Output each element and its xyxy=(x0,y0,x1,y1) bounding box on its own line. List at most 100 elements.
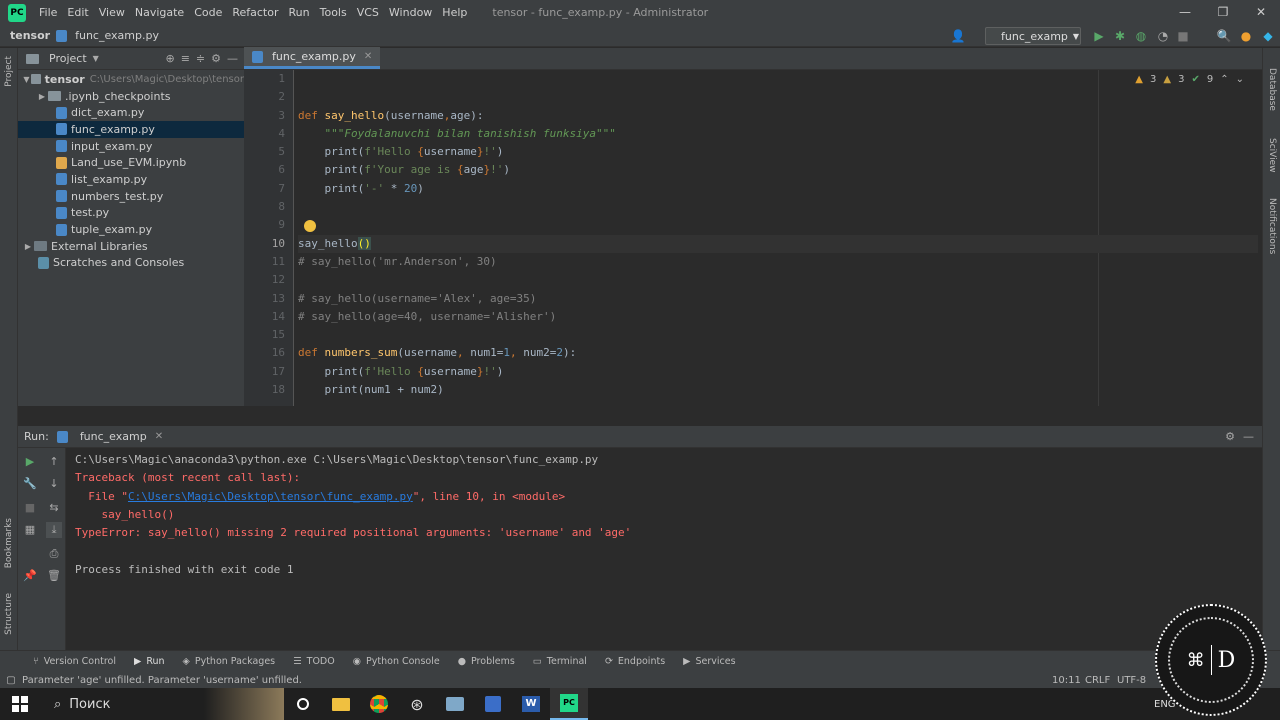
locate-icon[interactable]: ⊕ xyxy=(165,52,174,65)
arrow-up-icon[interactable]: ↑ xyxy=(46,454,62,470)
breadcrumb-file[interactable]: func_examp.py xyxy=(56,29,159,42)
tree-item-dict-exam[interactable]: dict_exam.py xyxy=(18,104,244,121)
tab-python-console[interactable]: ◉ Python Console xyxy=(344,656,449,667)
plugins-icon[interactable]: ◆ xyxy=(1260,28,1276,44)
tree-item-tuple-exam[interactable]: tuple_exam.py xyxy=(18,221,244,238)
tree-item-func-examp[interactable]: func_examp.py xyxy=(18,121,244,138)
channel-logo-inner: ⌘ D xyxy=(1168,617,1254,703)
hide-icon[interactable]: — xyxy=(1243,430,1254,443)
chevron-down-icon[interactable]: ⌄ xyxy=(1236,74,1244,85)
menu-view[interactable]: View xyxy=(94,6,130,19)
stop-icon[interactable]: ■ xyxy=(22,500,38,516)
close-tab-icon[interactable]: ✕ xyxy=(364,51,372,62)
pin-icon[interactable]: 📌 xyxy=(22,568,38,584)
rerun-icon[interactable]: ▶ xyxy=(22,454,38,470)
tab-func-examp[interactable]: func_examp.py ✕ xyxy=(244,47,381,69)
tab-services[interactable]: ▶ Services xyxy=(674,656,744,667)
arrow-down-icon[interactable]: ↓ xyxy=(46,476,62,492)
run-icon[interactable]: ▶ xyxy=(1091,28,1107,44)
run-config-selector[interactable]: func_examp ▼ xyxy=(985,27,1081,45)
tree-root[interactable]: ▼ tensor C:\Users\Magic\Desktop\tensor xyxy=(18,71,244,88)
tree-item-land-use-evm[interactable]: Land_use_EVM.ipynb xyxy=(18,154,244,171)
tab-todo[interactable]: ☰ TODO xyxy=(284,656,344,667)
pycharm-taskbar-icon[interactable]: PC xyxy=(550,688,588,720)
app-icon[interactable] xyxy=(436,688,474,720)
gear-icon[interactable]: ⚙ xyxy=(211,52,221,65)
tree-item-input-exam[interactable]: input_exam.py xyxy=(18,138,244,155)
window-title: tensor - func_examp.py - Administrator xyxy=(492,6,709,19)
app-icon[interactable]: ⊛ xyxy=(398,688,436,720)
console-output[interactable]: C:\Users\Magic\anaconda3\python.exe C:\U… xyxy=(75,448,1255,650)
database-tool-tab[interactable]: Database xyxy=(1267,68,1277,111)
tree-item-numbers-test[interactable]: numbers_test.py xyxy=(18,188,244,205)
inspection-widget[interactable]: ▲ 3 ▲ 3 ✔ 9 ⌃ ⌄ xyxy=(1135,74,1244,85)
run-tab[interactable]: func_examp xyxy=(80,430,147,443)
windows-start-icon[interactable] xyxy=(0,688,40,720)
menu-help[interactable]: Help xyxy=(437,6,472,19)
line-separator[interactable]: CRLF xyxy=(1085,675,1110,686)
stop-icon[interactable]: ■ xyxy=(1175,28,1191,44)
menu-edit[interactable]: Edit xyxy=(62,6,93,19)
chevron-down-icon[interactable]: ▼ xyxy=(93,54,99,63)
menu-refactor[interactable]: Refactor xyxy=(227,6,283,19)
tree-item-ipynb-checkpoints[interactable]: ▶ .ipynb_checkpoints xyxy=(18,88,244,105)
profile-icon[interactable]: ◔ xyxy=(1155,28,1171,44)
menu-tools[interactable]: Tools xyxy=(315,6,352,19)
tab-problems[interactable]: ● Problems xyxy=(449,656,524,667)
save-app-icon[interactable] xyxy=(474,688,512,720)
breadcrumb-project[interactable]: tensor xyxy=(0,29,56,42)
word-icon[interactable]: W xyxy=(512,688,550,720)
file-explorer-icon[interactable] xyxy=(322,688,360,720)
collapse-icon[interactable]: ≡ xyxy=(181,52,190,65)
search-icon[interactable]: 🔍 xyxy=(1216,28,1232,44)
caret-position[interactable]: 10:11 xyxy=(1052,675,1081,686)
hide-icon[interactable]: — xyxy=(227,52,238,65)
tree-item-test[interactable]: test.py xyxy=(18,205,244,222)
project-tool-tab[interactable]: Project xyxy=(4,56,14,87)
close-tab-icon[interactable]: ✕ xyxy=(155,431,163,442)
coverage-icon[interactable]: ◍ xyxy=(1133,28,1149,44)
traceback-file-link[interactable]: C:\Users\Magic\Desktop\tensor\func_examp… xyxy=(128,490,413,503)
print-icon[interactable]: ⎙ xyxy=(46,546,62,562)
minimize-icon[interactable]: — xyxy=(1166,0,1204,25)
task-view-icon[interactable] xyxy=(284,688,322,720)
code-area[interactable]: def say_hello(username,age): """Foydalan… xyxy=(298,70,1258,406)
tree-item-external-libraries[interactable]: ▶ External Libraries xyxy=(18,238,244,255)
close-icon[interactable]: ✕ xyxy=(1242,0,1280,25)
layout-icon[interactable]: ▦ xyxy=(22,522,38,538)
chevron-up-icon[interactable]: ⌃ xyxy=(1220,74,1228,85)
chrome-icon[interactable] xyxy=(360,688,398,720)
lightbulb-icon[interactable] xyxy=(304,220,316,232)
user-icon[interactable]: 👤 xyxy=(950,28,966,44)
debug-icon[interactable]: ✱ xyxy=(1112,28,1128,44)
expand-icon[interactable]: ≑ xyxy=(196,52,205,65)
soft-wrap-icon[interactable]: ⇆ xyxy=(46,500,62,516)
menu-run[interactable]: Run xyxy=(284,6,315,19)
menu-window[interactable]: Window xyxy=(384,6,437,19)
layout-toggle-icon[interactable]: ▢ xyxy=(0,675,22,686)
tab-run[interactable]: ▶ Run xyxy=(125,656,174,667)
updates-icon[interactable]: ● xyxy=(1238,28,1254,44)
menu-navigate[interactable]: Navigate xyxy=(130,6,189,19)
wrench-icon[interactable]: 🔧 xyxy=(22,476,38,492)
tree-item-list-examp[interactable]: list_examp.py xyxy=(18,171,244,188)
tab-version-control[interactable]: ⑂ Version Control xyxy=(24,656,125,667)
file-encoding[interactable]: UTF-8 xyxy=(1117,675,1146,686)
structure-tool-tab[interactable]: Structure xyxy=(4,593,14,635)
maximize-icon[interactable]: ❐ xyxy=(1204,0,1242,25)
gear-icon[interactable]: ⚙ xyxy=(1225,430,1235,443)
menu-vcs[interactable]: VCS xyxy=(352,6,384,19)
tab-endpoints[interactable]: ⟳ Endpoints xyxy=(596,656,674,667)
notifications-tool-tab[interactable]: Notifications xyxy=(1267,198,1277,254)
taskbar-search[interactable]: ⌕ Поиск xyxy=(44,688,204,720)
bookmarks-tool-tab[interactable]: Bookmarks xyxy=(4,518,14,568)
menu-code[interactable]: Code xyxy=(189,6,227,19)
lightbulb-icon[interactable] xyxy=(305,218,1093,231)
trash-icon[interactable]: 🗑 xyxy=(46,568,62,584)
sciview-tool-tab[interactable]: SciView xyxy=(1267,138,1277,173)
tree-item-scratches[interactable]: Scratches and Consoles xyxy=(18,255,244,272)
scroll-to-end-icon[interactable]: ⤓ xyxy=(46,522,62,538)
tab-python-packages[interactable]: ◈ Python Packages xyxy=(174,656,285,667)
tab-terminal[interactable]: ▭ Terminal xyxy=(524,656,596,667)
menu-file[interactable]: File xyxy=(34,6,62,19)
